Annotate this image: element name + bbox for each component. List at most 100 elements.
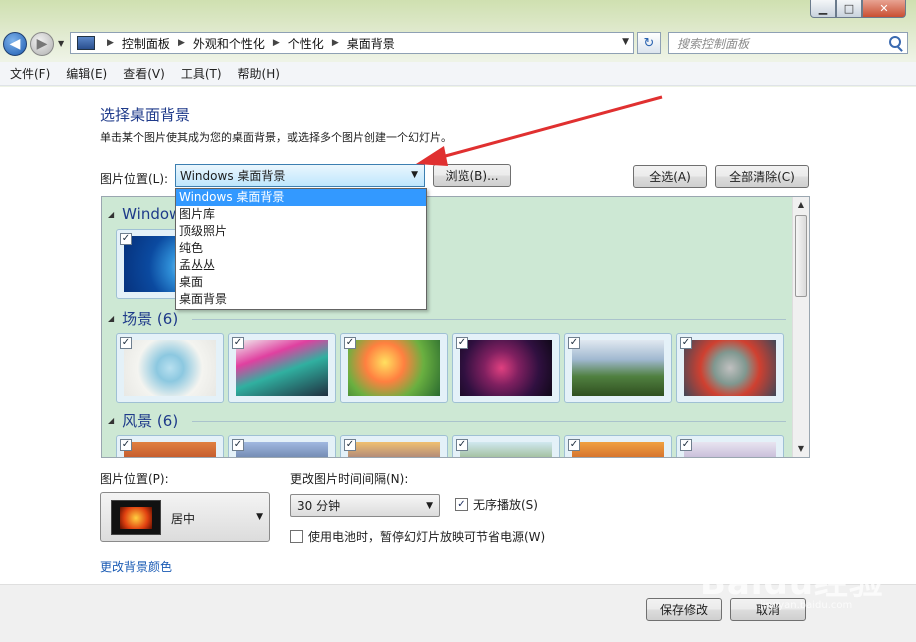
wallpaper-image	[124, 340, 216, 396]
minimize-button[interactable]: ▁	[810, 0, 836, 18]
address-dropdown-icon[interactable]: ▼	[622, 37, 629, 47]
position-preview-icon	[111, 500, 161, 535]
dropdown-option[interactable]: 孟丛丛	[176, 257, 426, 274]
dropdown-option[interactable]: 纯色	[176, 240, 426, 257]
scroll-down-icon[interactable]: ▼	[793, 441, 809, 457]
checkbox-checked-icon[interactable]: ✓	[455, 498, 468, 511]
menu-file[interactable]: 文件(F)	[4, 65, 56, 82]
picture-location-label: 图片位置(L):	[100, 172, 169, 186]
menu-help[interactable]: 帮助(H)	[232, 65, 286, 82]
menu-bar: 文件(F) 编辑(E) 查看(V) 工具(T) 帮助(H)	[0, 62, 916, 86]
checkbox-unchecked-icon[interactable]	[290, 530, 303, 543]
wallpaper-image	[460, 340, 552, 396]
wallpaper-thumbnail[interactable]: ✓	[676, 333, 784, 403]
dropdown-option[interactable]: 桌面	[176, 274, 426, 291]
refresh-button[interactable]: ↻	[637, 32, 661, 54]
checkbox-checked-icon[interactable]: ✓	[120, 337, 132, 349]
checkbox-checked-icon[interactable]: ✓	[232, 337, 244, 349]
checkbox-checked-icon[interactable]: ✓	[120, 233, 132, 245]
checkbox-checked-icon[interactable]: ✓	[120, 439, 132, 451]
clear-all-button[interactable]: 全部清除(C)	[715, 165, 809, 188]
wallpaper-thumbnail[interactable]: ✓	[676, 435, 784, 457]
checkbox-checked-icon[interactable]: ✓	[232, 439, 244, 451]
collapse-icon[interactable]: ◢	[108, 314, 114, 323]
group-title-scenes[interactable]: ◢ 场景 (6)	[108, 308, 178, 329]
close-button[interactable]: ✕	[862, 0, 906, 18]
forward-button[interactable]: ▶	[30, 32, 54, 56]
shuffle-checkbox[interactable]: ✓ 无序播放(S)	[455, 496, 538, 513]
wallpaper-image	[236, 442, 328, 457]
menu-view[interactable]: 查看(V)	[117, 65, 171, 82]
dropdown-option[interactable]: 桌面背景	[176, 291, 426, 308]
search-placeholder: 搜索控制面板	[677, 36, 750, 51]
group-title-text: 场景 (6)	[122, 310, 179, 328]
chevron-right-icon[interactable]: ▶	[178, 38, 185, 48]
wallpaper-image	[684, 442, 776, 457]
wallpaper-image	[572, 340, 664, 396]
menu-tools[interactable]: 工具(T)	[175, 65, 228, 82]
back-button[interactable]: ◀	[3, 32, 27, 56]
checkbox-checked-icon[interactable]: ✓	[344, 439, 356, 451]
wallpaper-thumbnail[interactable]: ✓	[228, 435, 336, 457]
dropdown-option[interactable]: 顶级照片	[176, 223, 426, 240]
checkbox-checked-icon[interactable]: ✓	[568, 337, 580, 349]
interval-select[interactable]: 30 分钟 ▼	[290, 494, 440, 517]
wallpaper-image	[684, 340, 776, 396]
checkbox-checked-icon[interactable]: ✓	[344, 337, 356, 349]
battery-pause-label: 使用电池时，暂停幻灯片放映可节省电源(W)	[308, 530, 546, 544]
breadcrumb-item[interactable]: 外观和个性化	[193, 35, 265, 52]
wallpaper-thumbnail[interactable]: ✓	[116, 333, 224, 403]
dropdown-option[interactable]: Windows 桌面背景	[176, 189, 426, 206]
picture-location-select[interactable]: Windows 桌面背景 ▼	[175, 164, 425, 187]
search-icon[interactable]	[889, 36, 901, 48]
picture-position-select[interactable]: 居中 ▼	[100, 492, 270, 542]
wallpaper-thumbnail[interactable]: ✓	[564, 435, 672, 457]
collapse-icon[interactable]: ◢	[108, 416, 114, 425]
chevron-right-icon[interactable]: ▶	[273, 38, 280, 48]
checkbox-checked-icon[interactable]: ✓	[680, 439, 692, 451]
checkbox-checked-icon[interactable]: ✓	[568, 439, 580, 451]
checkbox-checked-icon[interactable]: ✓	[456, 439, 468, 451]
wallpaper-image	[460, 442, 552, 457]
change-background-color-link[interactable]: 更改背景颜色	[100, 558, 172, 575]
checkbox-checked-icon[interactable]: ✓	[680, 337, 692, 349]
scroll-thumb[interactable]	[795, 215, 807, 297]
navigation-bar: ◀ ▶ ▼ ▶ 控制面板 ▶ 外观和个性化 ▶ 个性化 ▶ 桌面背景 ▼ ↻ 搜…	[0, 28, 916, 60]
select-all-button[interactable]: 全选(A)	[633, 165, 707, 188]
gallery-scrollbar[interactable]: ▲ ▼	[792, 197, 809, 457]
wallpaper-thumbnail[interactable]: ✓	[452, 333, 560, 403]
scroll-up-icon[interactable]: ▲	[793, 197, 809, 213]
page-description: 单击某个图片使其成为您的桌面背景，或选择多个图片创建一个幻灯片。	[100, 131, 452, 144]
wallpaper-thumbnail[interactable]: ✓	[340, 333, 448, 403]
chevron-right-icon[interactable]: ▶	[332, 38, 339, 48]
recent-pages-dropdown-icon[interactable]: ▼	[58, 39, 64, 48]
group-divider	[192, 421, 786, 422]
wallpaper-thumbnail[interactable]: ✓	[452, 435, 560, 457]
address-bar[interactable]: ▶ 控制面板 ▶ 外观和个性化 ▶ 个性化 ▶ 桌面背景 ▼	[70, 32, 634, 54]
baidu-watermark: Baidu经验 jingyan.baidu.com	[700, 555, 884, 611]
battery-pause-checkbox[interactable]: 使用电池时，暂停幻灯片放映可节省电源(W)	[290, 528, 545, 545]
picture-position-value: 居中	[171, 512, 196, 526]
browse-button[interactable]: 浏览(B)...	[433, 164, 511, 187]
breadcrumb: ▶ 控制面板 ▶ 外观和个性化 ▶ 个性化 ▶ 桌面背景	[99, 35, 395, 52]
wallpaper-thumbnail[interactable]: ✓	[340, 435, 448, 457]
dropdown-option[interactable]: 图片库	[176, 206, 426, 223]
wallpaper-thumbnail[interactable]: ✓	[228, 333, 336, 403]
picture-location-value: Windows 桌面背景	[180, 169, 286, 183]
chevron-down-icon: ▼	[426, 501, 433, 511]
chevron-right-icon[interactable]: ▶	[107, 38, 114, 48]
menu-edit[interactable]: 编辑(E)	[60, 65, 113, 82]
picture-position-label: 图片位置(P):	[100, 472, 169, 486]
wallpaper-thumbnail[interactable]: ✓	[116, 435, 224, 457]
group-title-landscapes[interactable]: ◢ 风景 (6)	[108, 410, 178, 431]
breadcrumb-item[interactable]: 个性化	[288, 35, 324, 52]
wallpaper-image	[236, 340, 328, 396]
breadcrumb-item[interactable]: 桌面背景	[347, 35, 395, 52]
maximize-button[interactable]: □	[836, 0, 862, 18]
search-input[interactable]: 搜索控制面板	[668, 32, 908, 54]
breadcrumb-item[interactable]: 控制面板	[122, 35, 170, 52]
collapse-icon[interactable]: ◢	[108, 210, 114, 219]
wallpaper-thumbnail[interactable]: ✓	[564, 333, 672, 403]
checkbox-checked-icon[interactable]: ✓	[456, 337, 468, 349]
group-title-text: 风景 (6)	[122, 412, 179, 430]
